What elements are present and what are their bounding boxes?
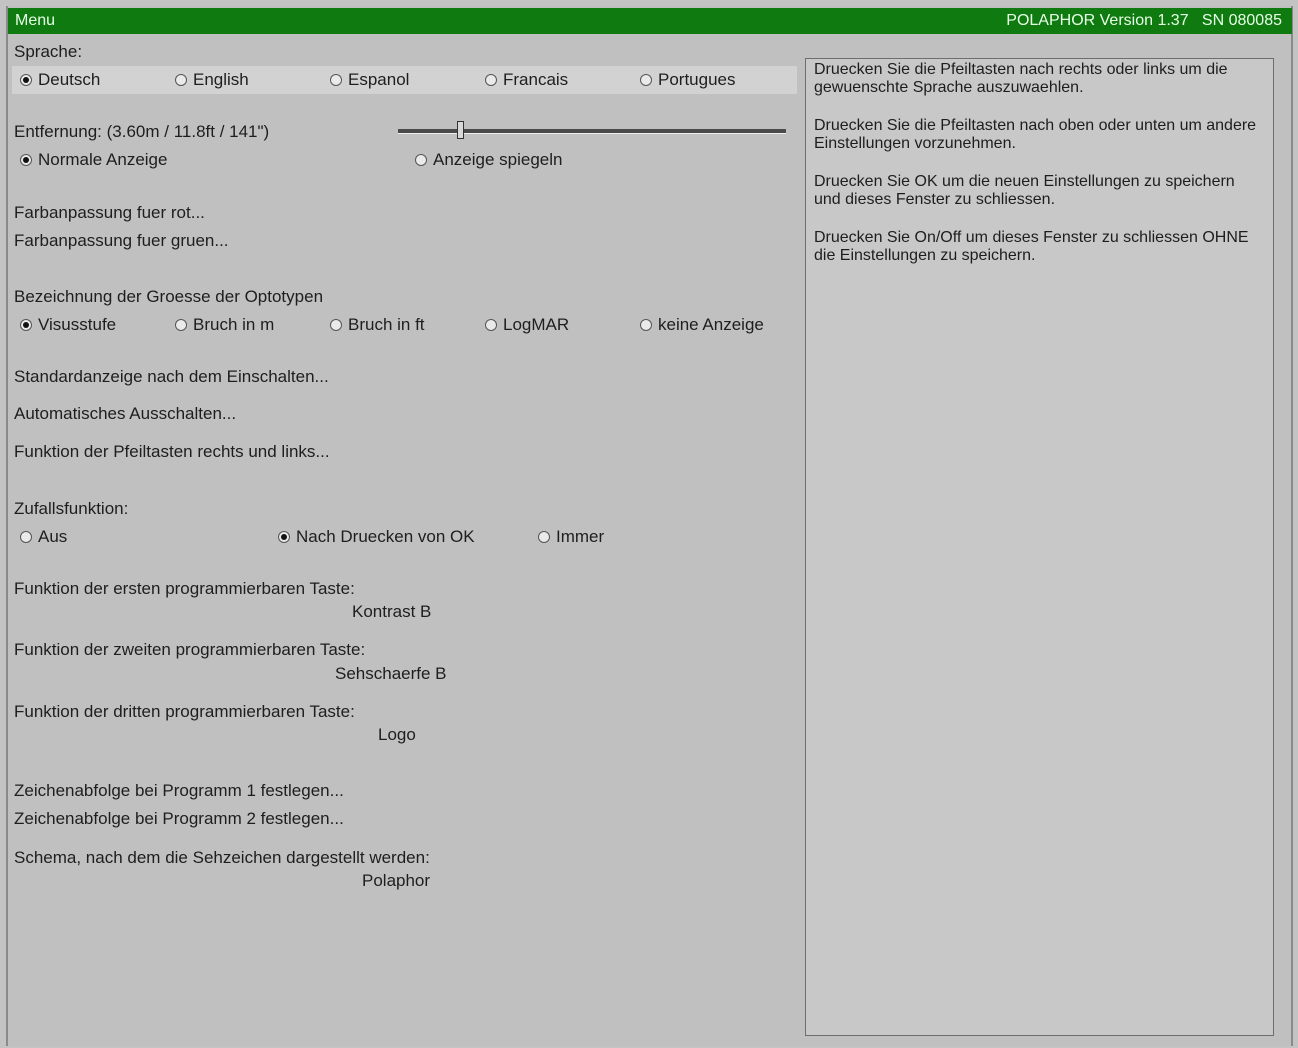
prog-key-1-value[interactable]: Kontrast B bbox=[352, 602, 431, 622]
prog-key-2-label: Funktion der zweiten programmierbaren Ta… bbox=[14, 640, 366, 659]
radio-unchecked-icon bbox=[640, 74, 652, 86]
radio-optotype-bruch-m[interactable]: Bruch in m bbox=[175, 315, 274, 335]
radio-checked-icon bbox=[20, 74, 32, 86]
radio-language-portugues[interactable]: Portugues bbox=[640, 70, 736, 90]
help-paragraph: Druecken Sie OK um die neuen Einstellung… bbox=[814, 173, 1235, 208]
radio-display-normal[interactable]: Normale Anzeige bbox=[20, 150, 167, 170]
radio-unchecked-icon bbox=[538, 531, 550, 543]
radio-random-off[interactable]: Aus bbox=[20, 527, 67, 547]
menu-item-sequence-prog1[interactable]: Zeichenabfolge bei Programm 1 festlegen.… bbox=[14, 781, 344, 801]
radio-checked-icon bbox=[20, 154, 32, 166]
radio-unchecked-icon bbox=[415, 154, 427, 166]
menu-item-sequence-prog2[interactable]: Zeichenabfolge bei Programm 2 festlegen.… bbox=[14, 809, 344, 829]
radio-unchecked-icon bbox=[330, 319, 342, 331]
radio-language-francais[interactable]: Francais bbox=[485, 70, 568, 90]
menu-item-auto-off[interactable]: Automatisches Ausschalten... bbox=[14, 404, 236, 424]
distance-slider-handle[interactable] bbox=[456, 121, 464, 139]
random-label: Zufallsfunktion: bbox=[14, 499, 129, 518]
radio-optotype-logmar[interactable]: LogMAR bbox=[485, 315, 569, 335]
radio-unchecked-icon bbox=[330, 74, 342, 86]
radio-unchecked-icon bbox=[485, 319, 497, 331]
prog-key-3-label: Funktion der dritten programmierbaren Ta… bbox=[14, 702, 355, 721]
radio-optotype-none[interactable]: keine Anzeige bbox=[640, 315, 764, 335]
radio-optotype-visusstufe[interactable]: Visusstufe bbox=[20, 315, 116, 335]
version-serial-text: POLAPHOR Version 1.37 SN 080085 bbox=[1006, 12, 1282, 29]
title-bar: Menu POLAPHOR Version 1.37 SN 080085 bbox=[8, 8, 1292, 34]
radio-random-after-ok[interactable]: Nach Druecken von OK bbox=[278, 527, 475, 547]
help-paragraph: Druecken Sie On/Off um dieses Fenster zu… bbox=[814, 229, 1249, 264]
distance-label: Entfernung: (3.60m / 11.8ft / 141") bbox=[14, 122, 270, 141]
radio-checked-icon bbox=[20, 319, 32, 331]
radio-language-english[interactable]: English bbox=[175, 70, 249, 90]
radio-unchecked-icon bbox=[20, 531, 32, 543]
help-paragraph: Druecken Sie die Pfeiltasten nach rechts… bbox=[814, 61, 1228, 96]
radio-unchecked-icon bbox=[485, 74, 497, 86]
menu-title: Menu bbox=[15, 12, 56, 29]
help-paragraph: Druecken Sie die Pfeiltasten nach oben o… bbox=[814, 117, 1257, 152]
menu-item-color-red[interactable]: Farbanpassung fuer rot... bbox=[14, 203, 205, 223]
radio-random-always[interactable]: Immer bbox=[538, 527, 604, 547]
radio-language-deutsch[interactable]: Deutsch bbox=[20, 70, 100, 90]
scheme-value[interactable]: Polaphor bbox=[362, 871, 430, 891]
prog-key-1-label: Funktion der ersten programmierbaren Tas… bbox=[14, 579, 355, 598]
language-label: Sprache: bbox=[14, 42, 83, 61]
radio-unchecked-icon bbox=[175, 74, 187, 86]
radio-display-mirror[interactable]: Anzeige spiegeln bbox=[415, 150, 562, 170]
menu-item-color-green[interactable]: Farbanpassung fuer gruen... bbox=[14, 231, 229, 251]
radio-checked-icon bbox=[278, 531, 290, 543]
menu-item-standard-display[interactable]: Standardanzeige nach dem Einschalten... bbox=[14, 367, 329, 387]
optotype-label: Bezeichnung der Groesse der Optotypen bbox=[14, 287, 324, 306]
radio-optotype-bruch-ft[interactable]: Bruch in ft bbox=[330, 315, 425, 335]
prog-key-2-value[interactable]: Sehschaerfe B bbox=[335, 664, 447, 684]
radio-unchecked-icon bbox=[640, 319, 652, 331]
menu-item-arrow-keys[interactable]: Funktion der Pfeiltasten rechts und link… bbox=[14, 442, 330, 462]
radio-language-espanol[interactable]: Espanol bbox=[330, 70, 409, 90]
radio-unchecked-icon bbox=[175, 319, 187, 331]
prog-key-3-value[interactable]: Logo bbox=[378, 725, 416, 745]
help-panel: Druecken Sie die Pfeiltasten nach rechts… bbox=[805, 58, 1274, 1036]
scheme-label: Schema, nach dem die Sehzeichen dargeste… bbox=[14, 848, 430, 867]
